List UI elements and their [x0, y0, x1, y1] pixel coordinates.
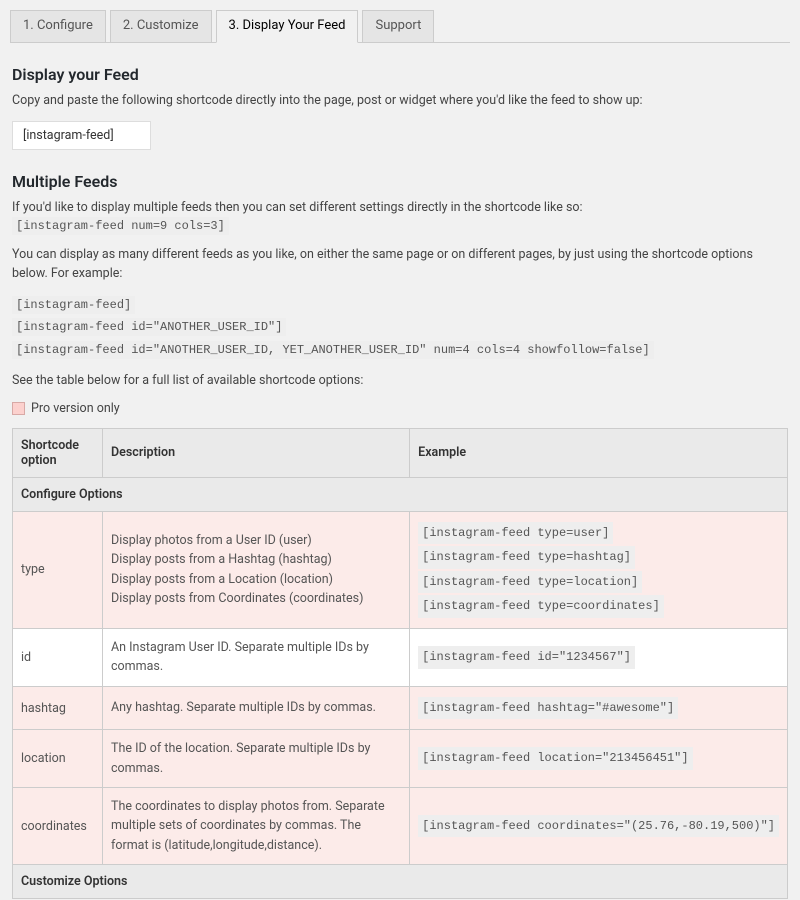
- cell-option: coordinates: [13, 788, 103, 865]
- example-line-1: [instagram-feed]: [12, 296, 135, 314]
- tab-configure[interactable]: 1. Configure: [10, 10, 106, 43]
- table-row: typeDisplay photos from a User ID (user)…: [13, 511, 788, 628]
- table-header-row: Shortcode option Description Example: [13, 428, 788, 477]
- example-code: [instagram-feed type=user]: [418, 522, 613, 545]
- table-subheader-cell: Customize Options: [13, 865, 788, 899]
- cell-option: type: [13, 511, 103, 628]
- display-intro: Copy and paste the following shortcode d…: [12, 92, 788, 111]
- cell-option: id: [13, 629, 103, 687]
- cell-example: [instagram-feed coordinates="(25.76,-80.…: [410, 788, 788, 865]
- cell-option: hashtag: [13, 686, 103, 730]
- example-code: [instagram-feed type=location]: [418, 571, 642, 594]
- display-heading: Display your Feed: [12, 65, 788, 84]
- cell-description: An Instagram User ID. Separate multiple …: [103, 629, 410, 687]
- example-code: [instagram-feed hashtag="#awesome"]: [418, 697, 678, 720]
- th-description: Description: [103, 428, 410, 477]
- th-option: Shortcode option: [13, 428, 103, 477]
- multiple-para1-text: If you'd like to display multiple feeds …: [12, 200, 583, 215]
- pro-legend: Pro version only: [12, 401, 788, 416]
- shortcode-input[interactable]: [12, 121, 151, 150]
- shortcode-options-table: Shortcode option Description Example Con…: [12, 428, 788, 900]
- table-row: idAn Instagram User ID. Separate multipl…: [13, 629, 788, 687]
- multiple-heading: Multiple Feeds: [12, 172, 788, 191]
- example-code: [instagram-feed type=coordinates]: [418, 595, 664, 618]
- cell-example: [instagram-feed hashtag="#awesome"]: [410, 686, 788, 730]
- cell-example: [instagram-feed id="1234567"]: [410, 629, 788, 687]
- example-code: [instagram-feed id="1234567"]: [418, 646, 635, 669]
- nav-tabs: 1. Configure 2. Customize 3. Display You…: [10, 10, 790, 43]
- cell-description: The coordinates to display photos from. …: [103, 788, 410, 865]
- example-code: [instagram-feed type=hashtag]: [418, 546, 635, 569]
- pro-legend-label: Pro version only: [31, 401, 120, 416]
- cell-description: Any hashtag. Separate multiple IDs by co…: [103, 686, 410, 730]
- table-subheader: Configure Options: [13, 477, 788, 511]
- example-line-2: [instagram-feed id="ANOTHER_USER_ID"]: [12, 318, 286, 336]
- cell-option: location: [13, 730, 103, 788]
- cell-description: The ID of the location. Separate multipl…: [103, 730, 410, 788]
- multiple-para1-code: [instagram-feed num=9 cols=3]: [12, 217, 229, 235]
- multiple-para2: You can display as many different feeds …: [12, 246, 788, 284]
- table-subheader: Customize Options: [13, 865, 788, 899]
- tab-display[interactable]: 3. Display Your Feed: [216, 10, 359, 43]
- table-row: hashtagAny hashtag. Separate multiple ID…: [13, 686, 788, 730]
- multiple-para3: See the table below for a full list of a…: [12, 372, 788, 391]
- multiple-para1: If you'd like to display multiple feeds …: [12, 199, 788, 237]
- table-row: locationThe ID of the location. Separate…: [13, 730, 788, 788]
- example-line-3: [instagram-feed id="ANOTHER_USER_ID, YET…: [12, 341, 654, 359]
- example-code: [instagram-feed coordinates="(25.76,-80.…: [418, 815, 779, 838]
- tab-support[interactable]: Support: [362, 10, 434, 43]
- table-row: coordinatesThe coordinates to display ph…: [13, 788, 788, 865]
- example-code: [instagram-feed location="213456451"]: [418, 747, 692, 770]
- th-example: Example: [410, 428, 788, 477]
- cell-example: [instagram-feed type=user][instagram-fee…: [410, 511, 788, 628]
- cell-description: Display photos from a User ID (user)Disp…: [103, 511, 410, 628]
- tab-customize[interactable]: 2. Customize: [110, 10, 212, 43]
- table-subheader-cell: Configure Options: [13, 477, 788, 511]
- cell-example: [instagram-feed location="213456451"]: [410, 730, 788, 788]
- pro-swatch-icon: [12, 402, 25, 415]
